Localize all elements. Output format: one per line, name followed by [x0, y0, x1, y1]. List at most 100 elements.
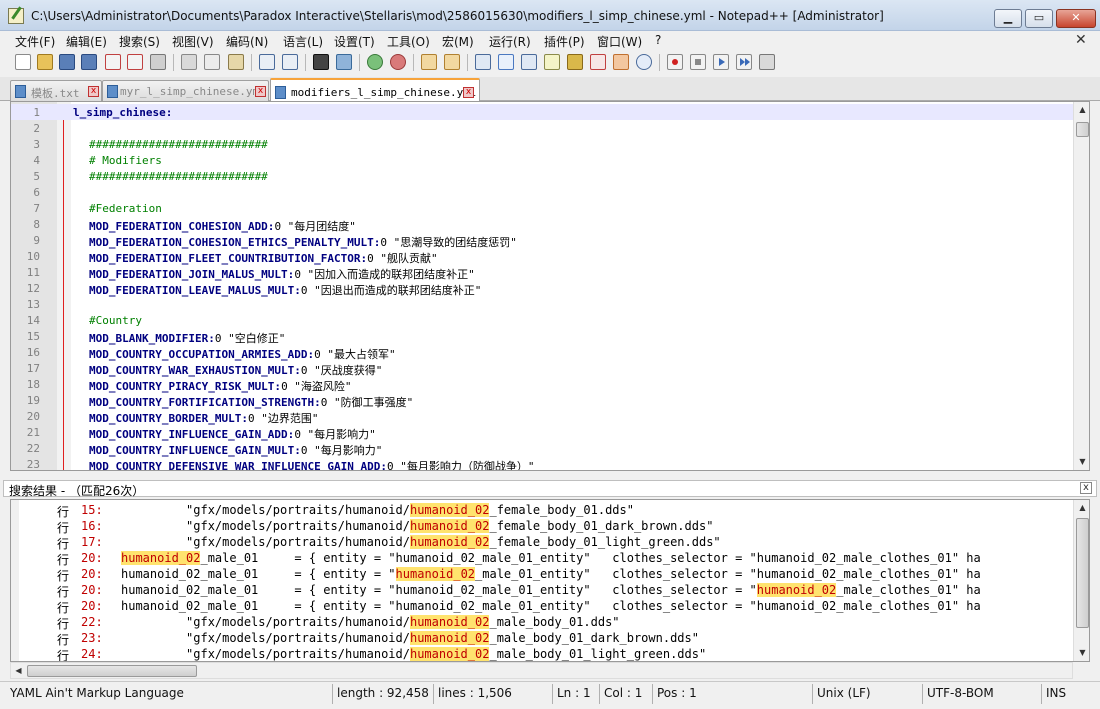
monitoring-icon[interactable] — [613, 54, 629, 70]
stop-record-icon[interactable] — [690, 54, 706, 70]
playback-icon[interactable] — [713, 54, 729, 70]
menu-run[interactable]: 运行(R) — [489, 33, 531, 50]
search-result-row[interactable]: 行 20: humanoid_02_male_01 = { entity = "hu… — [11, 598, 1073, 614]
zoom-in-icon[interactable] — [367, 54, 383, 70]
results-vertical-scrollbar[interactable]: ▲ ▼ — [1073, 500, 1089, 661]
code-line[interactable]: 20 MOD_COUNTRY_BORDER_MULT:0 "边界范围" — [11, 408, 1073, 425]
menu-plugins[interactable]: 插件(P) — [544, 33, 585, 50]
code-editor[interactable]: 1 l_simp_chinese: 2 3 ######################… — [10, 101, 1090, 471]
horizontal-scroll-thumb[interactable] — [27, 665, 197, 677]
search-result-row[interactable]: 行 16: "gfx/models/portraits/humanoid/huma… — [11, 518, 1073, 534]
minimize-button[interactable]: ▁ — [994, 9, 1022, 28]
code-line[interactable]: 1 l_simp_chinese: — [11, 104, 1073, 120]
code-line[interactable]: 23 MOD_COUNTRY_DEFENSIVE_WAR_INFLUENCE_GA… — [11, 456, 1073, 470]
code-line[interactable]: 2 — [11, 120, 1073, 136]
scroll-down-arrow[interactable]: ▼ — [1074, 454, 1089, 470]
search-result-row[interactable]: 行 22: "gfx/models/portraits/humanoid/huma… — [11, 614, 1073, 630]
menu-edit[interactable]: 编辑(E) — [66, 33, 107, 50]
code-line[interactable]: 18 MOD_COUNTRY_PIRACY_RISK_MULT:0 "海盗风险" — [11, 376, 1073, 393]
search-results-close-icon[interactable]: x — [1080, 482, 1092, 494]
tab-template-txt[interactable]: 模板.txt x — [10, 80, 102, 101]
editor-vertical-scrollbar[interactable]: ▲ ▼ — [1073, 102, 1089, 470]
code-line[interactable]: 17 MOD_COUNTRY_WAR_EXHAUSTION_MULT:0 "厌战度… — [11, 360, 1073, 377]
search-result-row[interactable]: 行 20: humanoid_02_male_01 = { entity = "hu… — [11, 582, 1073, 598]
code-line[interactable]: 16 MOD_COUNTRY_OCCUPATION_ARMIES_ADD:0 "最… — [11, 344, 1073, 361]
copy-icon[interactable] — [204, 54, 220, 70]
code-line[interactable]: 9 MOD_FEDERATION_COHESION_ETHICS_PENALTY_… — [11, 232, 1073, 249]
print-icon[interactable] — [150, 54, 166, 70]
scroll-left-arrow[interactable]: ◀ — [11, 663, 26, 679]
code-line[interactable]: 3 ########################### — [11, 136, 1073, 152]
replace-icon[interactable] — [336, 54, 352, 70]
scroll-thumb[interactable] — [1076, 122, 1089, 137]
undo-icon[interactable] — [259, 54, 275, 70]
menu-window[interactable]: 窗口(W) — [597, 33, 642, 50]
new-file-icon[interactable] — [15, 54, 31, 70]
word-wrap-icon[interactable] — [475, 54, 491, 70]
tab-close-icon[interactable]: x — [463, 87, 474, 98]
document-map-icon[interactable] — [544, 54, 560, 70]
open-file-icon[interactable] — [37, 54, 53, 70]
search-result-row[interactable]: 行 23: "gfx/models/portraits/humanoid/huma… — [11, 630, 1073, 646]
code-line[interactable]: 19 MOD_COUNTRY_FORTIFICATION_STRENGTH:0 "… — [11, 392, 1073, 409]
close-document-icon[interactable]: ✕ — [1075, 32, 1087, 48]
search-result-row[interactable]: 行 15: "gfx/models/portraits/humanoid/huma… — [11, 502, 1073, 518]
record-macro-icon[interactable] — [667, 54, 683, 70]
indent-guide-icon[interactable] — [521, 54, 537, 70]
save-macro-icon[interactable] — [759, 54, 775, 70]
tab-modifiers-yml[interactable]: modifiers_l_simp_chinese.yml x — [270, 78, 480, 102]
close-all-icon[interactable] — [127, 54, 143, 70]
sync-vertical-icon[interactable] — [421, 54, 437, 70]
tab-myr-yml[interactable]: myr_l_simp_chinese.yml x — [102, 80, 269, 101]
cut-icon[interactable] — [181, 54, 197, 70]
scroll-up-arrow[interactable]: ▲ — [1074, 500, 1089, 516]
show-all-chars-icon[interactable] — [498, 54, 514, 70]
eye-icon[interactable] — [636, 54, 652, 70]
code-line[interactable]: 22 MOD_COUNTRY_INFLUENCE_GAIN_MULT:0 "每月影… — [11, 440, 1073, 457]
code-line[interactable]: 15 MOD_BLANK_MODIFIER:0 "空白修正" — [11, 328, 1073, 345]
code-line[interactable]: 8 MOD_FEDERATION_COHESION_ADD:0 "每月团结度" — [11, 216, 1073, 233]
save-all-icon[interactable] — [81, 54, 97, 70]
tab-close-icon[interactable]: x — [88, 86, 99, 97]
scroll-up-arrow[interactable]: ▲ — [1074, 102, 1089, 118]
code-line[interactable]: 14 #Country — [11, 312, 1073, 328]
results-horizontal-scrollbar[interactable]: ◀ — [10, 662, 1073, 679]
code-line[interactable]: 10 MOD_FEDERATION_FLEET_COUNTRIBUTION_FAC… — [11, 248, 1073, 265]
menu-encoding[interactable]: 编码(N) — [226, 33, 268, 50]
find-icon[interactable] — [313, 54, 329, 70]
close-window-button[interactable]: ✕ — [1056, 9, 1096, 28]
code-line[interactable]: 21 MOD_COUNTRY_INFLUENCE_GAIN_ADD:0 "每月影响… — [11, 424, 1073, 441]
code-line[interactable]: 4 # Modifiers — [11, 152, 1073, 168]
code-line[interactable]: 7 #Federation — [11, 200, 1073, 216]
zoom-out-icon[interactable] — [390, 54, 406, 70]
scroll-thumb[interactable] — [1076, 518, 1089, 628]
menu-file[interactable]: 文件(F) — [15, 33, 55, 50]
search-result-row[interactable]: 行 24: "gfx/models/portraits/humanoid/huma… — [11, 646, 1073, 661]
save-icon[interactable] — [59, 54, 75, 70]
search-result-row[interactable]: 行 17: "gfx/models/portraits/humanoid/huma… — [11, 534, 1073, 550]
run-multiple-icon[interactable] — [736, 54, 752, 70]
code-line[interactable]: 6 — [11, 184, 1073, 200]
code-line[interactable]: 5 ########################### — [11, 168, 1073, 184]
maximize-button[interactable]: ▭ — [1025, 9, 1053, 28]
menu-view[interactable]: 视图(V) — [172, 33, 214, 50]
scroll-down-arrow[interactable]: ▼ — [1074, 645, 1089, 661]
code-line[interactable]: 13 — [11, 296, 1073, 312]
paste-icon[interactable] — [228, 54, 244, 70]
folder-as-workspace-icon[interactable] — [590, 54, 606, 70]
menu-macro[interactable]: 宏(M) — [442, 33, 474, 50]
code-line[interactable]: 11 MOD_FEDERATION_JOIN_MALUS_MULT:0 "因加入而… — [11, 264, 1073, 281]
menu-tools[interactable]: 工具(O) — [387, 33, 430, 50]
search-result-row[interactable]: 行 20: humanoid_02_male_01 = { entity = "hu… — [11, 566, 1073, 582]
code-line[interactable]: 12 MOD_FEDERATION_LEAVE_MALUS_MULT:0 "因退出… — [11, 280, 1073, 297]
sync-horizontal-icon[interactable] — [444, 54, 460, 70]
tab-close-icon[interactable]: x — [255, 86, 266, 97]
menu-settings[interactable]: 设置(T) — [334, 33, 375, 50]
function-list-icon[interactable] — [567, 54, 583, 70]
menu-language[interactable]: 语言(L) — [283, 33, 323, 50]
close-icon[interactable] — [105, 54, 121, 70]
search-result-row[interactable]: 行 20: humanoid_02_male_01 = { entity = "hu… — [11, 550, 1073, 566]
menu-help[interactable]: ? — [655, 33, 661, 47]
search-results-panel[interactable]: 行 15: "gfx/models/portraits/humanoid/huma… — [10, 499, 1090, 662]
menu-search[interactable]: 搜索(S) — [119, 33, 160, 50]
